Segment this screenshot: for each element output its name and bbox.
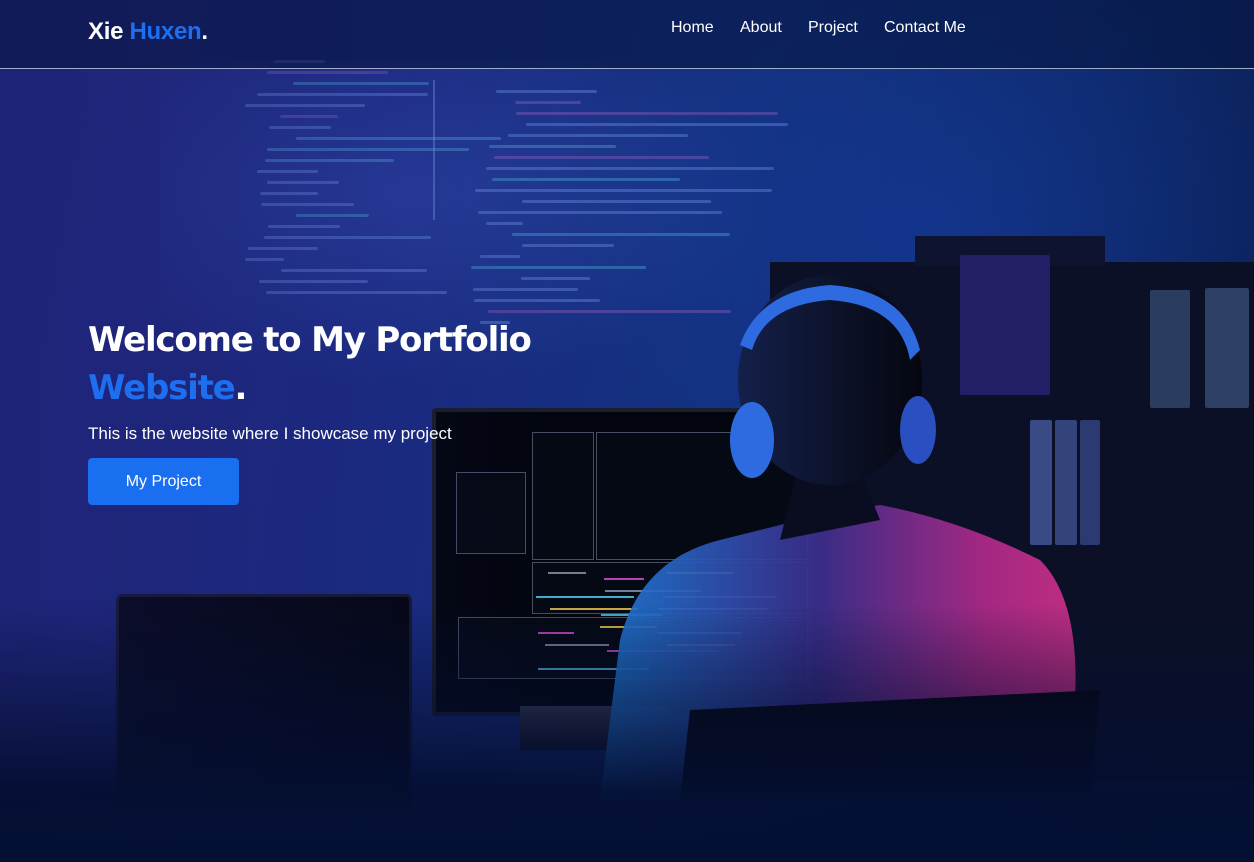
hero-title-dot: . <box>234 368 248 408</box>
hero-title-line: Welcome to My Portfolio <box>88 320 532 360</box>
logo-first-name: Xie <box>88 18 124 45</box>
site-logo[interactable]: Xie Huxen. <box>88 18 208 46</box>
nav-link-contact[interactable]: Contact Me <box>884 19 966 37</box>
hero-subtitle: This is the website where I showcase my … <box>88 424 452 443</box>
nav-link-project[interactable]: Project <box>808 19 858 37</box>
logo-dot: . <box>201 18 208 45</box>
nav-link-about[interactable]: About <box>740 19 782 37</box>
my-project-button[interactable]: My Project <box>88 458 239 505</box>
hero-title-accent: Website <box>88 368 236 408</box>
site-header: Xie Huxen. Home About Project Contact Me <box>0 0 1254 69</box>
nav-link-home[interactable]: Home <box>671 19 714 37</box>
logo-last-name: Huxen <box>129 18 202 45</box>
hero-title: Welcome to My Portfolio Website. <box>88 316 532 412</box>
